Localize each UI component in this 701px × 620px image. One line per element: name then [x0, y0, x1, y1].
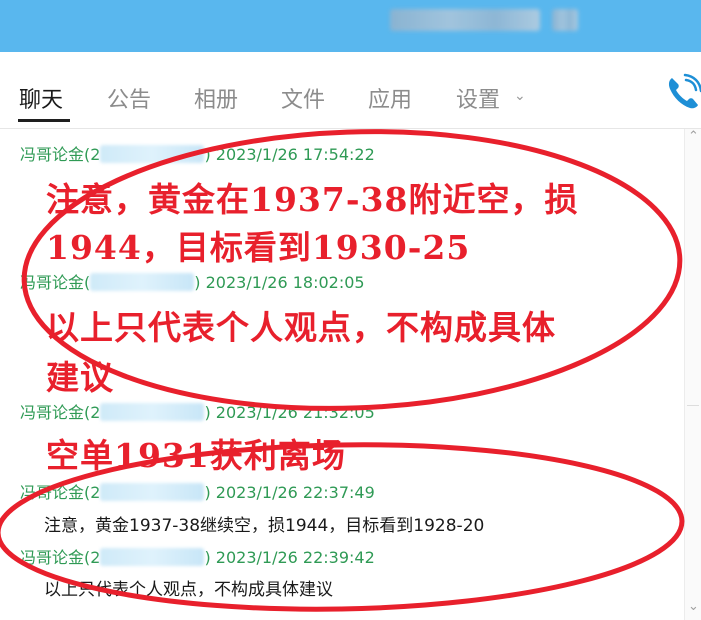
tab-album[interactable]: 相册 — [194, 82, 238, 114]
message-sender: 冯哥论金(2) 2023/1/26 21:32:05 — [20, 399, 375, 423]
blurred-id — [100, 145, 205, 163]
message-time: 2023/1/26 17:54:22 — [215, 145, 375, 164]
sender-id-end: ) — [204, 483, 211, 502]
chevron-down-icon[interactable]: ⌄ — [514, 88, 526, 104]
tab-files[interactable]: 文件 — [281, 82, 325, 114]
scroll-thumb[interactable] — [687, 405, 699, 556]
sender-name: 冯哥论金( — [20, 273, 91, 292]
window-titlebar — [0, 0, 701, 52]
message-sender: 冯哥论金() 2023/1/26 18:02:05 — [20, 269, 365, 293]
sender-id-end: ) — [204, 548, 211, 567]
message-time: 2023/1/26 18:02:05 — [205, 273, 365, 292]
annotation-text: 空单1931获利离场 — [46, 436, 346, 475]
annotation-text: 以上只代表个人观点，不构成具体 — [46, 308, 556, 347]
sender-name: 冯哥论金(2 — [20, 548, 101, 567]
blurred-title-suffix — [552, 9, 578, 31]
blurred-id — [100, 483, 205, 501]
message-time: 2023/1/26 22:39:42 — [215, 548, 375, 567]
annotation-text: 1944，目标看到1930-25 — [46, 228, 471, 267]
sender-name: 冯哥论金(2 — [20, 483, 101, 502]
message-text: 注意，黄金1937-38继续空，损1944，目标看到1928-20 — [44, 516, 485, 536]
tab-chat[interactable]: 聊天 — [19, 82, 63, 114]
scroll-down-icon[interactable]: ⌄ — [685, 599, 701, 614]
sender-id-end: ) — [204, 145, 211, 164]
sender-name: 冯哥论金(2 — [20, 403, 101, 422]
blurred-id — [100, 548, 205, 566]
tab-bar: 聊天 公告 相册 文件 应用 设置 ⌄ — [0, 52, 701, 129]
message-sender: 冯哥论金(2) 2023/1/26 17:54:22 — [20, 141, 375, 165]
tab-apps[interactable]: 应用 — [368, 82, 412, 114]
message-sender: 冯哥论金(2) 2023/1/26 22:39:42 — [20, 544, 375, 568]
blurred-id — [90, 273, 195, 291]
message-sender: 冯哥论金(2) 2023/1/26 22:37:49 — [20, 479, 375, 503]
blurred-id — [100, 403, 205, 421]
message-time: 2023/1/26 22:37:49 — [215, 483, 375, 502]
phone-icon[interactable] — [664, 72, 701, 112]
annotation-text: 建议 — [46, 358, 114, 397]
message-time: 2023/1/26 21:32:05 — [215, 403, 375, 422]
blurred-title — [390, 9, 540, 31]
sender-name: 冯哥论金(2 — [20, 145, 101, 164]
message-text: 以上只代表个人观点，不构成具体建议 — [44, 580, 333, 600]
annotation-text: 注意，黄金在1937-38附近空，损 — [46, 180, 579, 219]
chat-scrollbar[interactable]: ⌃ ⌄ — [684, 129, 701, 620]
sender-id-end: ) — [194, 273, 201, 292]
tab-announcement[interactable]: 公告 — [107, 82, 151, 114]
tab-settings[interactable]: 设置 — [456, 82, 500, 114]
active-tab-underline — [18, 119, 70, 122]
chat-area: 冯哥论金(2) 2023/1/26 17:54:22 注意，黄金在1937-38… — [0, 129, 684, 620]
scroll-up-icon[interactable]: ⌃ — [685, 129, 701, 144]
sender-id-end: ) — [204, 403, 211, 422]
